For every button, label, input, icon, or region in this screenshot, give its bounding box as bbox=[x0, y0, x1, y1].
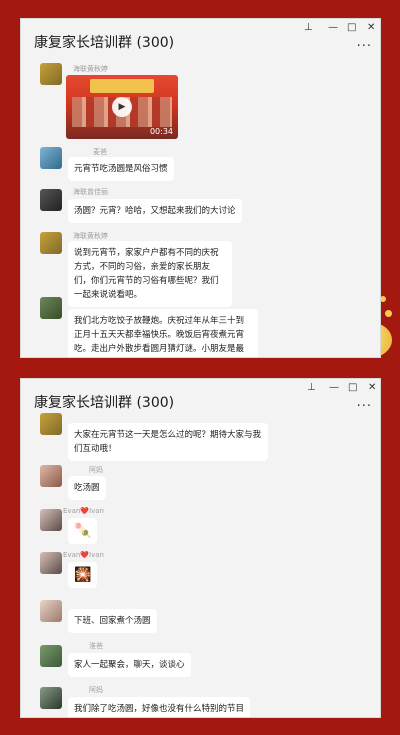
sender-name: Evan❤️Ivan bbox=[63, 551, 104, 559]
avatar[interactable] bbox=[40, 297, 62, 319]
avatar[interactable] bbox=[40, 645, 62, 667]
message-bubble: 汤圆？元宵？哈哈，又想起来我们的大讨论 bbox=[68, 199, 242, 223]
video-message[interactable]: ▶ 00:34 bbox=[66, 75, 178, 139]
minimize-button[interactable]: — bbox=[328, 22, 338, 33]
message-bubble: 我们除了吃汤圆，好像也没有什么特别的节目 bbox=[68, 697, 251, 717]
title-bar: 康复家长培训群 (300) ⊥ — □ ✕ ··· bbox=[21, 379, 380, 423]
sender-name: 阿妈 bbox=[89, 466, 103, 474]
sender-name: 海联黄秋婷 bbox=[73, 65, 108, 73]
sender-name: 海联黄秋婷 bbox=[73, 232, 108, 240]
window-title: 康复家长培训群 (300) bbox=[34, 395, 175, 411]
avatar[interactable] bbox=[40, 465, 62, 487]
sender-name: 淮爸 bbox=[89, 642, 103, 650]
sender-name: 阿妈 bbox=[89, 686, 103, 694]
avatar[interactable] bbox=[40, 552, 62, 574]
message-list: 海联黄秋婷 ▶ 00:34 麦爸 元宵节吃汤圆是风俗习惯 海联曾佳丽 汤圆？元宵… bbox=[21, 63, 380, 357]
avatar[interactable] bbox=[40, 147, 62, 169]
close-button[interactable]: ✕ bbox=[367, 22, 375, 33]
message-bubble: 吃汤圆 bbox=[68, 476, 106, 500]
maximize-button[interactable]: □ bbox=[348, 382, 357, 393]
avatar[interactable] bbox=[40, 687, 62, 709]
avatar[interactable] bbox=[40, 509, 62, 531]
pin-icon[interactable]: ⊥ bbox=[307, 382, 316, 393]
chat-window-2: 康复家长培训群 (300) ⊥ — □ ✕ ··· 大家在元宵节这一天是怎么过的… bbox=[20, 378, 381, 718]
minimize-button[interactable]: — bbox=[329, 382, 339, 393]
sender-name: 麦爸 bbox=[93, 148, 107, 156]
message-bubble: 我们北方吃饺子放鞭炮。庆祝过年从年三十到正月十五天天都幸福快乐。晚饭后宵夜煮元宵… bbox=[68, 309, 258, 357]
close-button[interactable]: ✕ bbox=[368, 382, 376, 393]
chat-window-1: 康复家长培训群 (300) ⊥ — □ ✕ ··· 海联黄秋婷 ▶ 00:34 … bbox=[20, 18, 381, 358]
play-icon[interactable]: ▶ bbox=[112, 97, 132, 117]
more-options-button[interactable]: ··· bbox=[357, 39, 372, 54]
message-list: 大家在元宵节这一天是怎么过的呢？期待大家与我们互动哦！ 阿妈 吃汤圆 Evan❤… bbox=[21, 413, 380, 717]
sender-name: 海联曾佳丽 bbox=[73, 188, 108, 196]
emoji-message: 🍡 bbox=[68, 518, 98, 544]
sender-name: Evan❤️Ivan bbox=[63, 507, 104, 515]
video-banner bbox=[90, 79, 154, 93]
title-bar: 康复家长培训群 (300) ⊥ — □ ✕ ··· bbox=[21, 19, 380, 63]
more-options-button[interactable]: ··· bbox=[357, 399, 372, 414]
message-bubble: 说到元宵节，家家户户都有不同的庆祝方式，不同的习俗，亲爱的家长朋友们，你们元宵节… bbox=[68, 241, 232, 307]
avatar[interactable] bbox=[40, 189, 62, 211]
window-title: 康复家长培训群 (300) bbox=[34, 35, 175, 51]
message-bubble: 家人一起聚会，聊天，谈谈心 bbox=[68, 653, 191, 677]
maximize-button[interactable]: □ bbox=[347, 22, 356, 33]
decor-dot bbox=[385, 310, 392, 317]
avatar[interactable] bbox=[40, 600, 62, 622]
avatar[interactable] bbox=[40, 63, 62, 85]
message-bubble: 大家在元宵节这一天是怎么过的呢？期待大家与我们互动哦！ bbox=[68, 423, 268, 461]
message-bubble: 下班、回家煮个汤圆 bbox=[68, 609, 157, 633]
emoji-message: 🎇 bbox=[68, 562, 98, 588]
avatar[interactable] bbox=[40, 413, 62, 435]
avatar[interactable] bbox=[40, 232, 62, 254]
message-bubble: 元宵节吃汤圆是风俗习惯 bbox=[68, 157, 174, 181]
pin-icon[interactable]: ⊥ bbox=[304, 22, 313, 33]
video-duration: 00:34 bbox=[149, 127, 173, 136]
